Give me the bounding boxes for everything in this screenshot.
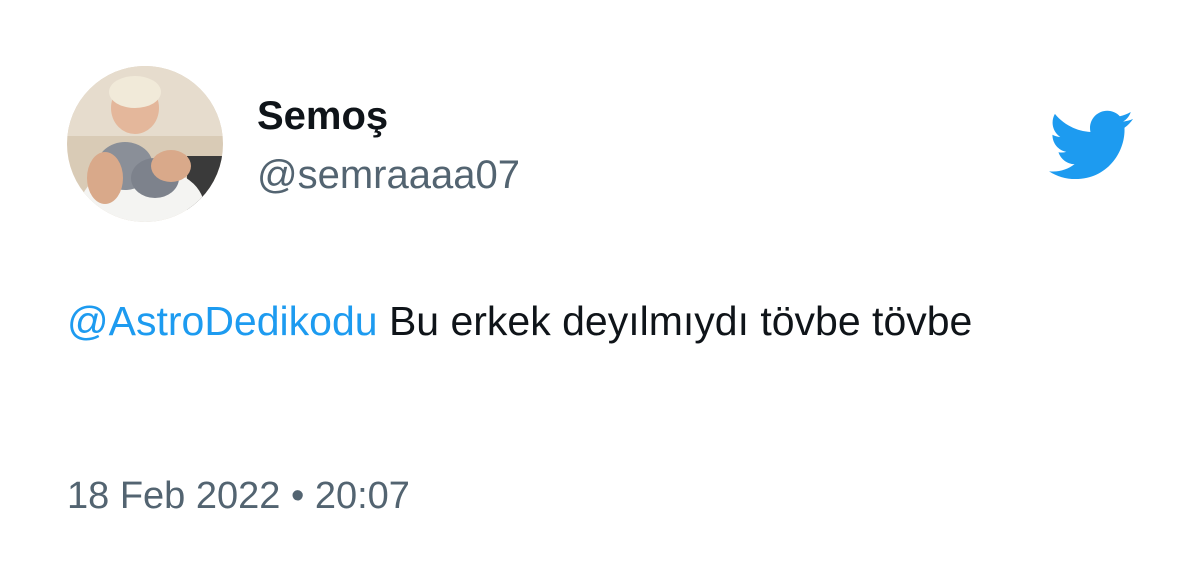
twitter-bird-icon[interactable]	[1045, 108, 1135, 182]
avatar-photo	[67, 66, 223, 222]
tweet-text: @AstroDedikodu Bu erkek deyılmıydı tövbe…	[67, 289, 1067, 353]
avatar[interactable]	[67, 66, 223, 222]
tweet-body: Bu erkek deyılmıydı tövbe tövbe	[377, 298, 973, 344]
tweet-card: Semoş @semraaaa07 @AstroDedikodu Bu erke…	[0, 0, 1200, 585]
user-handle[interactable]: @semraaaa07	[257, 151, 520, 199]
mention-link[interactable]: @AstroDedikodu	[67, 298, 378, 344]
display-name[interactable]: Semoş	[257, 92, 388, 140]
timestamp[interactable]: 18 Feb 2022 • 20:07	[67, 473, 410, 519]
